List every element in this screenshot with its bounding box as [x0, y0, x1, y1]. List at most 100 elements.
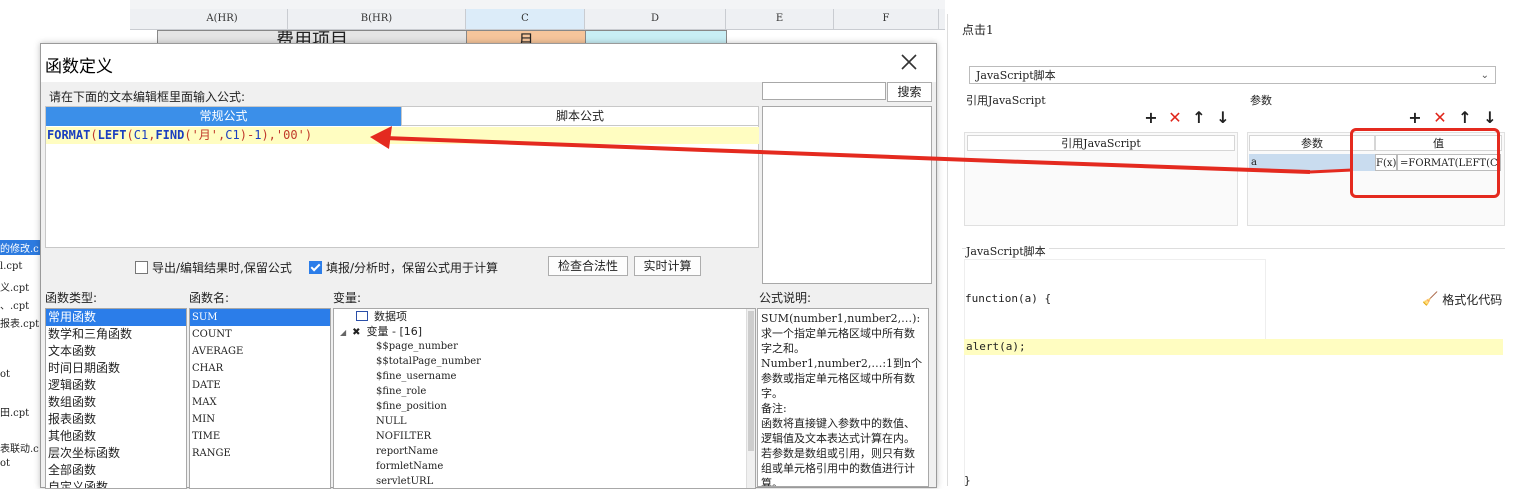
variables-scrollbar[interactable]	[746, 309, 755, 488]
column-header-c[interactable]: C	[466, 9, 585, 29]
tree-item-variable[interactable]: reportName	[334, 444, 755, 459]
js-function-close: }	[964, 474, 971, 487]
script-type-select[interactable]: JavaScript脚本 ⌄	[969, 66, 1496, 84]
tree-item-variable[interactable]: $fine_role	[334, 384, 755, 399]
function-name-item[interactable]: CHAR	[190, 360, 330, 377]
tree-item-variables[interactable]: ◢ ✖ 变量 - [16]	[334, 324, 755, 339]
function-name-label: 函数名:	[189, 291, 230, 305]
ref-js-table[interactable]: 引用JavaScript	[964, 132, 1238, 226]
column-header-e[interactable]: E	[726, 9, 834, 29]
checkbox-box[interactable]	[135, 261, 148, 274]
function-type-label: 函数类型:	[45, 291, 98, 305]
formula-editor[interactable]: 常规公式 脚本公式 FORMAT(LEFT(C1,FIND('月',C1)-1)…	[45, 106, 759, 248]
tree-item-variable[interactable]: NULL	[334, 414, 755, 429]
formula-function: FIND	[155, 128, 185, 142]
formula-punct: ,	[268, 128, 276, 142]
event-settings-panel: 点击1 JavaScript脚本 ⌄ 引用JavaScript 参数 + ✕ ↑…	[947, 14, 1521, 487]
function-name-list[interactable]: SUM COUNT AVERAGE CHAR DATE MAX MIN TIME RANGE	[189, 308, 331, 489]
function-type-item[interactable]: 其他函数	[46, 428, 186, 445]
function-name-item[interactable]: COUNT	[190, 326, 330, 343]
function-name-item[interactable]: SUM	[190, 309, 330, 326]
formula-punct: )	[304, 128, 313, 142]
function-type-item[interactable]: 数组函数	[46, 394, 186, 411]
function-type-list[interactable]: 常用函数 数学和三角函数 文本函数 时间日期函数 逻辑函数 数组函数 报表函数 其他函数 层次坐…	[45, 308, 187, 489]
formula-function: FORMAT	[47, 128, 91, 142]
delete-icon[interactable]: ✕	[1168, 110, 1182, 126]
realtime-calc-button[interactable]: 实时计算	[634, 256, 701, 276]
function-name-item[interactable]: MAX	[190, 394, 330, 411]
function-name-item[interactable]: DATE	[190, 377, 330, 394]
function-type-item[interactable]: 全部函数	[46, 462, 186, 479]
dialog-title: 函数定义	[45, 57, 113, 77]
add-icon[interactable]: +	[1408, 110, 1422, 126]
close-icon[interactable]	[897, 50, 921, 74]
delete-icon[interactable]: ✕	[1433, 110, 1447, 126]
function-type-item[interactable]: 自定义函数	[46, 479, 186, 488]
search-button[interactable]: 搜索	[887, 82, 932, 102]
file-item[interactable]: 报表.cpt	[0, 315, 39, 330]
arrow-down-icon[interactable]: ↓	[1483, 110, 1497, 126]
keep-formula-export-checkbox[interactable]: 导出/编辑结果时,保留公式	[135, 259, 292, 276]
function-name-item[interactable]: TIME	[190, 428, 330, 445]
column-header-d[interactable]: D	[585, 9, 726, 29]
file-item[interactable]: ot	[0, 458, 10, 469]
function-name-item[interactable]: AVERAGE	[190, 343, 330, 360]
script-type-value: JavaScript脚本	[976, 69, 1056, 82]
function-type-item[interactable]: 层次坐标函数	[46, 445, 186, 462]
file-item[interactable]: 、.cpt	[0, 297, 29, 312]
variables-tree[interactable]: 数据项 ◢ ✖ 变量 - [16] $$page_number $$totalPage_n…	[333, 308, 756, 489]
check-validity-button[interactable]: 检查合法性	[548, 256, 628, 276]
js-section-label: JavaScript脚本	[966, 243, 1049, 259]
arrow-down-icon[interactable]: ↓	[1216, 110, 1230, 126]
function-name-item[interactable]: RANGE	[190, 445, 330, 462]
function-type-item[interactable]: 常用函数	[46, 309, 186, 326]
function-type-item[interactable]: 数学和三角函数	[46, 326, 186, 343]
tree-item-variable[interactable]: NOFILTER	[334, 429, 755, 444]
file-item[interactable]: l.cpt	[0, 261, 22, 272]
tree-item-variable[interactable]: formletName	[334, 459, 755, 474]
tree-item-data[interactable]: 数据项	[334, 309, 755, 324]
formula-value: FORMAT(LEFT(C1,FIND('月',C1)-1),'00')	[47, 128, 312, 142]
description-line: SUM(number1,number2,…):求一个指定单元格区域中所有数字之和…	[761, 312, 921, 355]
function-type-item[interactable]: 报表函数	[46, 411, 186, 428]
col-header-ref-js: 引用JavaScript	[967, 135, 1235, 151]
highlight-box	[1350, 128, 1500, 198]
function-type-item[interactable]: 文本函数	[46, 343, 186, 360]
file-item[interactable]: 田.cpt	[0, 404, 29, 419]
checkbox-box[interactable]	[309, 261, 322, 274]
js-code-line[interactable]: alert(a);	[964, 339, 1503, 355]
column-header-a[interactable]: A(HR)	[157, 9, 288, 29]
function-type-item[interactable]: 逻辑函数	[46, 377, 186, 394]
tree-item-variable[interactable]: $$totalPage_number	[334, 354, 755, 369]
formula-text[interactable]: FORMAT(LEFT(C1,FIND('月',C1)-1),'00')	[46, 127, 759, 144]
format-code-button[interactable]: 🧹 格式化代码	[1422, 291, 1502, 308]
search-results-list[interactable]	[762, 106, 932, 284]
column-header-b[interactable]: B(HR)	[288, 9, 466, 29]
tab-normal-formula[interactable]: 常规公式	[46, 107, 401, 126]
tab-script-formula[interactable]: 脚本公式	[401, 107, 758, 126]
add-icon[interactable]: +	[1144, 110, 1158, 126]
tree-item-variable[interactable]: servletURL	[334, 474, 755, 488]
column-header-row: A(HR) B(HR) C D E F	[130, 9, 945, 30]
tree-item-variable[interactable]: $$page_number	[334, 339, 755, 354]
variables-label: 变量:	[333, 291, 362, 305]
function-name-item[interactable]: MIN	[190, 411, 330, 428]
tree-item-variable[interactable]: $fine_position	[334, 399, 755, 414]
description-label: 公式说明:	[759, 291, 812, 305]
tree-item-variable[interactable]: $fine_username	[334, 369, 755, 384]
formula-punct: )	[239, 128, 247, 142]
keep-formula-fill-checkbox[interactable]: 填报/分析时，保留公式用于计算	[309, 259, 498, 276]
search-input[interactable]	[762, 82, 886, 100]
file-item[interactable]: 表联动.c	[0, 440, 39, 455]
js-code-editor[interactable]	[964, 355, 1502, 486]
arrow-up-icon[interactable]: ↑	[1458, 110, 1472, 126]
dialog-titlebar[interactable]: 函数定义	[41, 44, 936, 82]
file-item[interactable]: ot	[0, 369, 10, 380]
arrow-up-icon[interactable]: ↑	[1192, 110, 1206, 126]
file-item[interactable]: 的修改.c	[0, 240, 40, 255]
panel-title: 点击1	[962, 23, 994, 37]
column-header-f[interactable]: F	[834, 9, 939, 29]
file-item[interactable]: 义.cpt	[0, 279, 29, 294]
function-type-item[interactable]: 时间日期函数	[46, 360, 186, 377]
formula-punct: )	[261, 128, 269, 142]
